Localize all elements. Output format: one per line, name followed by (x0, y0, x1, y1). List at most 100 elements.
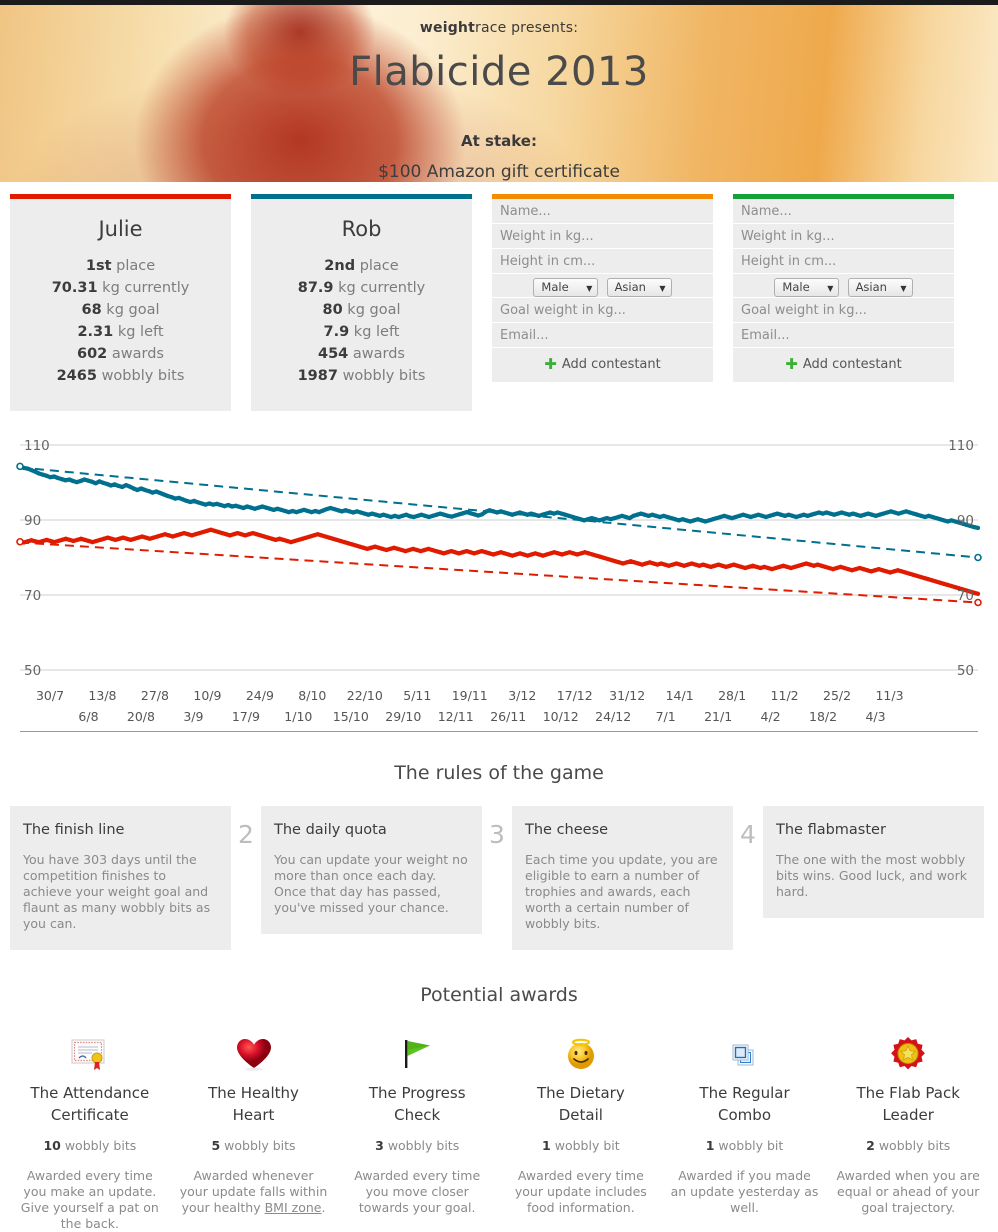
award-bits: 5 wobbly bits (211, 1138, 296, 1153)
award-bits: 2 wobbly bits (866, 1138, 951, 1153)
copy-windows-icon (669, 1032, 821, 1076)
rule-title: The finish line (23, 822, 125, 838)
y-axis-label-right-50: 50 (956, 663, 974, 679)
stat-awards: 454 awards (318, 346, 405, 362)
x-axis-row-2: 6/8 20/8 3/9 17/9 1/10 15/10 29/10 12/11 26/11 10… (10, 709, 988, 730)
weight-progress-chart: 110 90 70 50 110 90 70 50 30/7 13/8 27/8 10… (10, 433, 988, 732)
rosette-star-icon (832, 1032, 984, 1076)
brand-rest: race presents: (474, 20, 579, 36)
presents-line: weightrace presents: (0, 20, 998, 36)
x-axis-tick: 1/10 (284, 709, 313, 724)
x-axis-tick: 24/9 (245, 688, 274, 703)
x-axis-tick: 26/11 (490, 709, 527, 724)
goal-weight-input[interactable]: Goal weight in kg... (733, 298, 954, 323)
demographics-row: Male ▼ Asian ▼ (492, 274, 713, 298)
y-axis-label-left-90: 90 (24, 513, 42, 529)
name-input[interactable]: Name... (492, 199, 713, 224)
plus-icon: ✚ (544, 355, 557, 373)
weight-input[interactable]: Weight in kg... (492, 224, 713, 249)
rule-cell-2: 2 The daily quota You can update your we… (231, 806, 482, 934)
gender-select[interactable]: Male ▼ (533, 278, 599, 297)
rule-text: You have 303 days until the competition … (23, 852, 211, 931)
award-title: The Progress Check (368, 1084, 466, 1124)
contestants-row: Julie 1st place 70.31 kg currently 68 kg… (0, 194, 998, 411)
add-contestant-form-4: Name... Weight in kg... Height in cm... … (733, 194, 954, 382)
ethnicity-select[interactable]: Asian ▼ (606, 278, 672, 297)
award-description: Awarded every time you make an update. G… (20, 1168, 159, 1231)
x-axis-tick: 28/1 (718, 688, 747, 703)
email-input[interactable]: Email... (733, 323, 954, 348)
add-contestant-button[interactable]: ✚ Add contestant (492, 348, 713, 382)
height-input[interactable]: Height in cm... (733, 249, 954, 274)
add-contestant-button[interactable]: ✚ Add contestant (733, 348, 954, 382)
rules-section-title: The rules of the game (394, 762, 604, 784)
rule-text: The one with the most wobbly bits wins. … (776, 852, 967, 899)
weight-input[interactable]: Weight in kg... (733, 224, 954, 249)
add-contestant-form-3: Name... Weight in kg... Height in cm... … (492, 194, 713, 382)
rule-number: 2 (238, 820, 254, 849)
award-attendance-certificate: The Attendance Certificate 10 wobbly bits… (8, 1032, 172, 1232)
stake-label: At stake: (461, 132, 537, 150)
contestant-name: Rob (341, 217, 382, 241)
gender-select[interactable]: Male ▼ (774, 278, 840, 297)
rule-title: The flabmaster (776, 822, 886, 838)
x-axis-tick: 6/8 (78, 709, 99, 724)
x-axis-tick: 12/11 (437, 709, 474, 724)
email-input[interactable]: Email... (492, 323, 713, 348)
rule-title: The cheese (525, 822, 609, 838)
chevron-down-icon: ▼ (659, 284, 666, 293)
x-axis-tick: 19/11 (451, 688, 488, 703)
plus-icon: ✚ (785, 355, 798, 373)
y-axis-label-right-70: 70 (956, 588, 974, 604)
x-axis-tick: 29/10 (385, 709, 422, 724)
stat-place: 2nd place (324, 258, 399, 274)
x-axis-tick: 14/1 (665, 688, 694, 703)
contestant-stats: 1st place 70.31 kg currently 68 kg goal … (10, 255, 231, 387)
stat-goal: 80 kg goal (322, 302, 401, 318)
stat-place: 1st place (85, 258, 156, 274)
rule-card-1: The finish line You have 303 days until … (10, 806, 231, 950)
rule-card-4: The flabmaster The one with the most wob… (763, 806, 984, 918)
ethnicity-select[interactable]: Asian ▼ (847, 278, 913, 297)
x-axis-tick: 5/11 (403, 688, 432, 703)
bmi-zone-link[interactable]: BMI zone (265, 1200, 322, 1215)
x-axis-tick: 20/8 (126, 709, 155, 724)
chevron-down-icon: ▼ (827, 284, 834, 293)
x-axis-tick: 4/3 (865, 709, 886, 724)
stat-left: 2.31 kg left (77, 324, 164, 340)
award-description: Awarded every time your update includes … (514, 1168, 647, 1215)
award-description: Awarded when you are equal or ahead of y… (836, 1168, 980, 1215)
y-axis-label-right-90: 90 (956, 513, 974, 529)
x-axis-tick: 18/2 (809, 709, 838, 724)
hero-banner: weightrace presents: Flabicide 2013 At s… (0, 5, 998, 182)
stat-awards: 602 awards (77, 346, 164, 362)
y-axis-label-left-110: 110 (24, 438, 50, 454)
contestant-card-julie: Julie 1st place 70.31 kg currently 68 kg… (10, 194, 231, 411)
x-axis-tick: 17/12 (556, 688, 593, 703)
goal-weight-input[interactable]: Goal weight in kg... (492, 298, 713, 323)
award-title: The Flab Pack Leader (856, 1084, 960, 1124)
contestant-name: Julie (98, 217, 143, 241)
x-axis-tick: 21/1 (704, 709, 733, 724)
x-axis-tick: 4/2 (760, 709, 781, 724)
stat-bits: 2465 wobbly bits (56, 368, 185, 384)
rule-title: The daily quota (274, 822, 387, 838)
rule-cell-1: The finish line You have 303 days until … (10, 806, 231, 950)
x-axis-tick: 3/12 (508, 688, 537, 703)
award-bits: 3 wobbly bits (375, 1138, 460, 1153)
rule-number: 4 (740, 820, 756, 849)
x-axis: 30/7 13/8 27/8 10/9 24/9 8/10 22/10 5/11 19/11 3/… (10, 688, 988, 730)
award-description: Awarded whenever your update falls withi… (179, 1168, 328, 1215)
x-axis-tick: 24/12 (595, 709, 632, 724)
name-input[interactable]: Name... (733, 199, 954, 224)
rule-text: You can update your weight no more than … (274, 852, 468, 915)
award-progress-check: The Progress Check 3 wobbly bits Awarded … (335, 1032, 499, 1232)
award-description: Awarded if you made an update yesterday … (670, 1168, 819, 1215)
x-axis-tick: 10/9 (193, 688, 222, 703)
x-axis-tick: 15/10 (332, 709, 369, 724)
award-dietary-detail: The Dietary Detail 1 wobbly bit Awarded e… (499, 1032, 663, 1232)
demographics-row: Male ▼ Asian ▼ (733, 274, 954, 298)
height-input[interactable]: Height in cm... (492, 249, 713, 274)
stat-left: 7.9 kg left (323, 324, 400, 340)
stake-value: $100 Amazon gift certificate (378, 162, 620, 182)
